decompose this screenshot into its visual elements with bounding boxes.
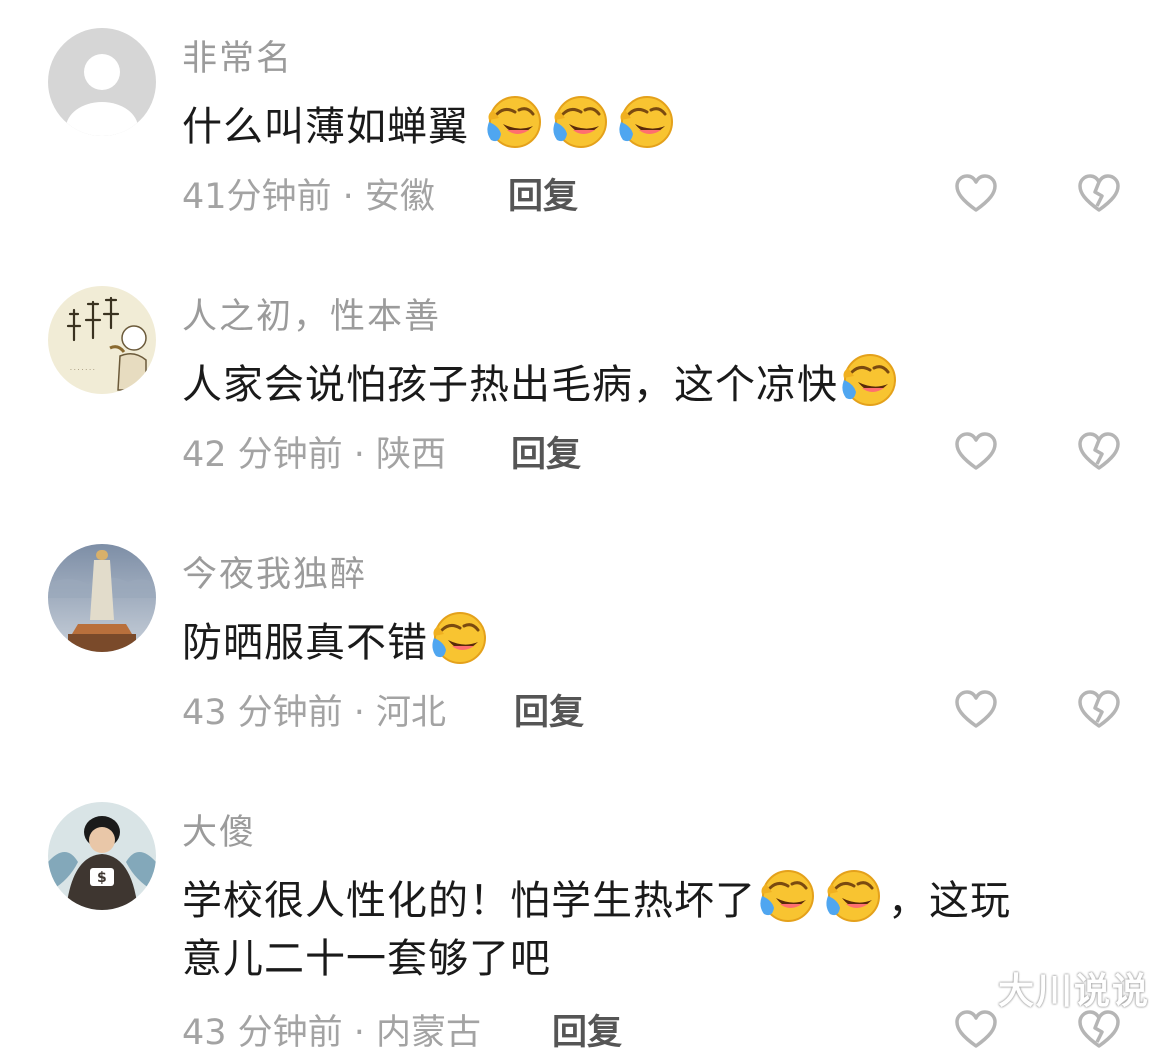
comment-text-main: 人家会说怕孩子热出毛病，这个凉快 [182,362,838,408]
username[interactable]: 非常名 [182,30,293,81]
calligraphy-avatar: · · · · · · · [48,286,156,394]
comment-text: 防晒服真不错 [182,608,1102,671]
username[interactable]: 大傻 [182,804,256,855]
username[interactable]: 今夜我独醉 [182,546,367,597]
heart-outline-icon[interactable] [954,688,998,732]
svg-text:$: $ [97,870,107,886]
comment-text-main: 什么叫薄如蝉翼 [182,104,469,150]
svg-text:· · · · · · ·: · · · · · · · [70,367,95,374]
avatar[interactable] [48,544,156,652]
heart-outline-icon[interactable] [954,1008,998,1052]
broken-heart-icon[interactable] [1077,1008,1121,1052]
comment-text-main: 防晒服真不错 [182,620,428,666]
laughing-crying-emoji-icon [483,92,543,152]
broken-heart-icon[interactable] [1077,172,1121,216]
avatar[interactable] [48,28,156,136]
comment-text: 学校很人性化的！怕学生热坏了 ，这玩 意儿二十一套够了吧 [182,866,1102,988]
username[interactable]: 人之初，性本善 [182,288,441,339]
comment-text-main: 学校很人性化的！怕学生热坏了 [182,878,756,924]
reply-button[interactable]: 回复 [511,426,581,477]
comment-text-tail: ，这玩 [888,878,1011,924]
person-avatar: $ [48,802,156,910]
heart-outline-icon[interactable] [954,430,998,474]
reply-button[interactable]: 回复 [514,684,584,735]
emoji-group [469,104,681,150]
comment-meta: 43 分钟前 · 内蒙古 [182,1013,482,1053]
reply-button[interactable]: 回复 [552,1004,622,1055]
statue-avatar [48,544,156,652]
reply-button[interactable]: 回复 [508,168,578,219]
comment-meta: 42 分钟前 · 陕西 [182,435,447,475]
comment-meta: 43 分钟前 · 河北 [182,693,447,733]
comment-item: 非常名 什么叫薄如蝉翼 41分钟前 · 安徽 回复 [0,0,1170,258]
comment-item: 今夜我独醉 防晒服真不错 43 分钟前 · 河北 回复 [0,516,1170,774]
laughing-crying-emoji-icon [756,866,816,926]
laughing-crying-emoji-icon [838,350,898,410]
comment-text: 人家会说怕孩子热出毛病，这个凉快 [182,350,1102,413]
comment-text-line2: 意儿二十一套够了吧 [182,936,551,982]
comment-text: 什么叫薄如蝉翼 [182,92,1102,155]
comment-meta: 41分钟前 · 安徽 [182,177,435,217]
avatar[interactable]: $ [48,802,156,910]
laughing-crying-emoji-icon [549,92,609,152]
laughing-crying-emoji-icon [822,866,882,926]
comment-item: $ 大傻 学校很人性化的！怕学生热坏了 ，这玩 意儿二十一套够了吧 43 分钟前 … [0,774,1170,1053]
comment-item: · · · · · · · 人之初，性本善 人家会说怕孩子热出毛病，这个凉快 4… [0,258,1170,516]
default-avatar-icon [48,28,156,136]
heart-outline-icon[interactable] [954,172,998,216]
broken-heart-icon[interactable] [1077,688,1121,732]
laughing-crying-emoji-icon [428,608,488,668]
laughing-crying-emoji-icon [615,92,675,152]
avatar[interactable]: · · · · · · · [48,286,156,394]
broken-heart-icon[interactable] [1077,430,1121,474]
watermark: 大川说说 [998,971,1151,1012]
